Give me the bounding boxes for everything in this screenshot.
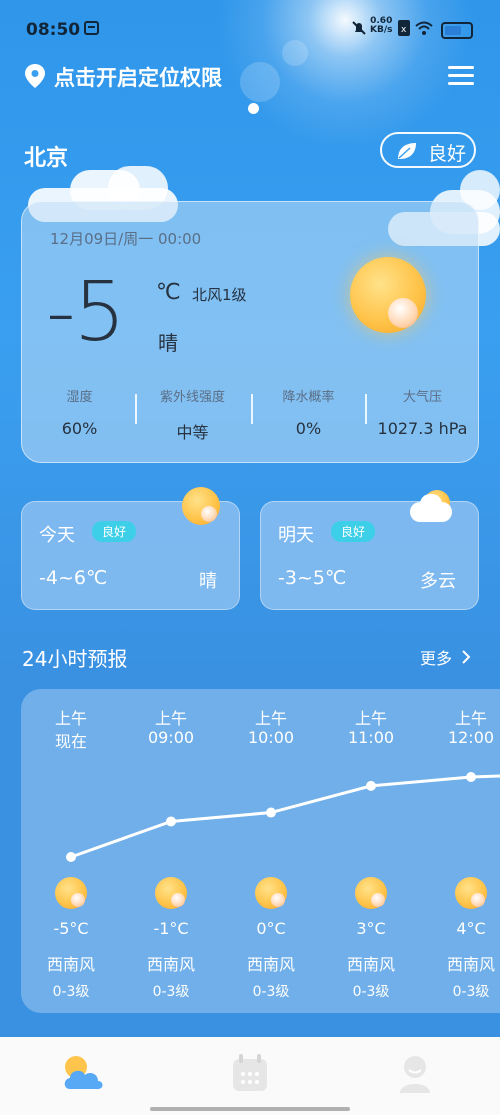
hour-time: 现在 xyxy=(54,732,87,751)
hour-wind: 西南风 xyxy=(146,955,195,974)
day-temp-range: -3~5℃ xyxy=(278,567,347,589)
stat-label: 紫外线强度 xyxy=(159,390,225,405)
current-weather-card[interactable]: 12月09日/周一 00:00 -5 ℃ 北风1级 晴 湿度 60% 紫外线强度… xyxy=(21,201,479,463)
hour-temp: -1°C xyxy=(153,919,189,938)
hour-wind-level: 0-3级 xyxy=(52,984,90,1000)
stat-value: 中等 xyxy=(176,423,209,442)
net-speed: 0.60 KB/s xyxy=(370,17,392,35)
stat-label: 湿度 xyxy=(66,390,93,405)
hour-column: 上午 09:00 -1°C 西南风 0-3级 xyxy=(121,689,221,1013)
hour-temp: 0°C xyxy=(256,919,286,938)
location-permission-prompt[interactable]: 点击开启定位权限 xyxy=(54,62,222,92)
current-condition: 晴 xyxy=(158,331,178,355)
hour-wind: 西南风 xyxy=(246,955,295,974)
current-datetime: 12月09日/周一 00:00 xyxy=(50,230,202,248)
hour-wind-level: 0-3级 xyxy=(352,984,390,1000)
stat-precipitation: 降水概率 0% xyxy=(251,386,366,438)
bottom-nav xyxy=(0,1037,500,1115)
forecast-title: 24小时预报 xyxy=(22,647,128,671)
hour-column: 上午 11:00 3°C 西南风 0-3级 xyxy=(321,689,421,1013)
nav-calendar[interactable] xyxy=(225,1051,285,1101)
nav-profile[interactable] xyxy=(390,1051,450,1101)
stat-uv: 紫外线强度 中等 xyxy=(135,386,250,443)
status-time: 08:50 xyxy=(26,20,81,40)
sim-icon: x xyxy=(398,20,410,40)
current-temperature: -5 xyxy=(46,265,126,360)
day-condition: 多云 xyxy=(420,571,456,592)
hour-time: 10:00 xyxy=(247,728,295,747)
day-name: 今天 xyxy=(39,525,75,546)
hour-ampm: 上午 xyxy=(154,709,187,728)
leaf-icon xyxy=(396,141,418,165)
stat-humidity: 湿度 60% xyxy=(22,386,137,438)
stat-value: 1027.3 hPa xyxy=(377,419,468,438)
wifi-icon xyxy=(415,20,433,40)
hour-wind: 西南风 xyxy=(446,955,495,974)
stat-label: 降水概率 xyxy=(282,390,335,405)
page-indicator xyxy=(248,103,259,114)
menu-icon[interactable] xyxy=(448,66,474,86)
air-quality-button[interactable]: 良好 xyxy=(380,132,476,168)
day-aqi-badge: 良好 xyxy=(331,521,376,542)
hour-temp: 4°C xyxy=(456,919,486,938)
hourly-forecast-card[interactable]: 上午 现在 -5°C 西南风 0-3级 上午 09:00 -1°C 西南风 0-3级 上午 10:00… xyxy=(21,689,500,1013)
mute-icon xyxy=(351,20,367,40)
air-quality-label: 良好 xyxy=(428,143,467,165)
location-pin-icon[interactable] xyxy=(24,63,46,89)
notification-icon xyxy=(84,20,100,40)
hour-time: 09:00 xyxy=(147,728,195,747)
header: 点击开启定位权限 xyxy=(0,60,500,100)
hour-wind-level: 0-3级 xyxy=(152,984,190,1000)
hour-temp: 3°C xyxy=(356,919,386,938)
hour-ampm: 上午 xyxy=(254,709,287,728)
hour-wind-level: 0-3级 xyxy=(452,984,490,1000)
home-indicator[interactable] xyxy=(150,1107,350,1111)
stat-label: 大气压 xyxy=(402,390,442,405)
temperature-unit: ℃ xyxy=(156,280,181,305)
nav-weather[interactable] xyxy=(58,1051,118,1101)
day-aqi-badge: 良好 xyxy=(92,521,137,542)
day-condition: 晴 xyxy=(199,571,217,592)
hour-wind-level: 0-3级 xyxy=(252,984,290,1000)
hour-column: 上午 12:00 4°C 西南风 0-3级 xyxy=(421,689,500,1013)
calendar-icon xyxy=(233,1054,267,1091)
hour-ampm: 上午 xyxy=(354,709,387,728)
hour-wind: 西南风 xyxy=(346,955,395,974)
weather-icon xyxy=(64,1056,103,1089)
hour-column: 上午 10:00 0°C 西南风 0-3级 xyxy=(221,689,321,1013)
sun-icon-accent xyxy=(271,893,285,907)
sun-icon-accent xyxy=(71,893,85,907)
battery-icon xyxy=(441,22,473,39)
city-name: 北京 xyxy=(24,146,69,171)
day-name: 明天 xyxy=(278,525,314,546)
hour-column: 上午现在 -5°C 西南风 0-3级 xyxy=(21,689,121,1013)
hour-time: 12:00 xyxy=(447,728,495,747)
more-link[interactable]: 更多 xyxy=(420,645,471,669)
net-speed-unit: KB/s xyxy=(370,25,393,35)
hour-temp: -5°C xyxy=(53,919,89,938)
svg-text:x: x xyxy=(401,25,407,35)
sun-icon-accent xyxy=(471,893,485,907)
sun-icon-accent xyxy=(371,893,385,907)
stat-value: 0% xyxy=(295,419,322,438)
hour-time: 11:00 xyxy=(347,728,395,747)
profile-icon xyxy=(400,1056,430,1093)
sun-icon-accent xyxy=(171,893,185,907)
hour-ampm: 上午 xyxy=(54,709,87,728)
more-label: 更多 xyxy=(420,649,453,668)
hour-ampm: 上午 xyxy=(454,709,487,728)
day-temp-range: -4~6℃ xyxy=(39,567,108,589)
current-wind: 北风1级 xyxy=(192,286,247,304)
stat-value: 60% xyxy=(61,419,98,438)
status-bar: 08:50 0.60 KB/s x xyxy=(0,0,500,60)
chevron-right-icon xyxy=(461,649,471,668)
hour-wind: 西南风 xyxy=(46,955,95,974)
stat-pressure: 大气压 1027.3 hPa xyxy=(365,386,480,438)
